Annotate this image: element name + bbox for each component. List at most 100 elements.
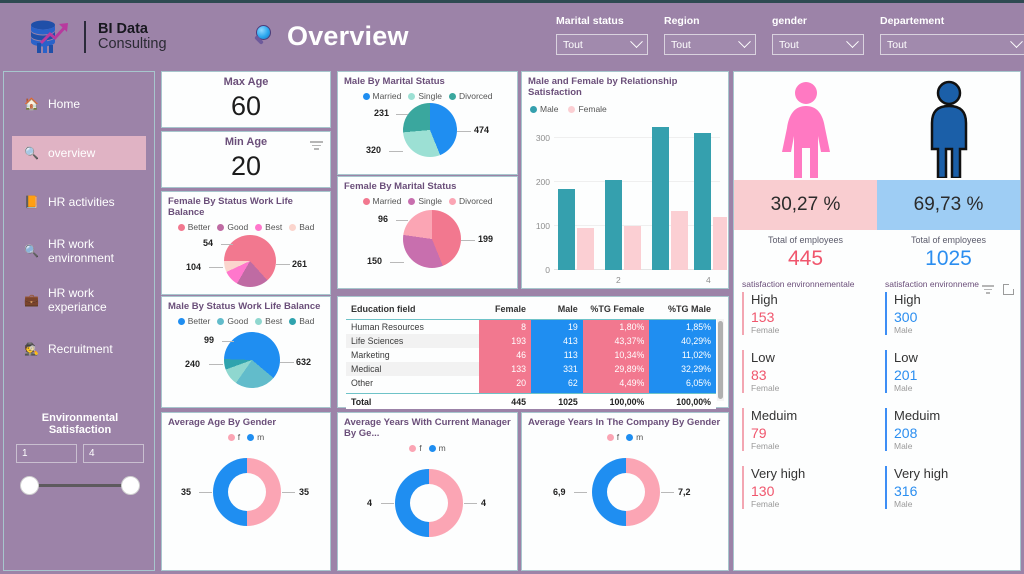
table-row[interactable]: Medical 133 331 29,89% 32,29% (346, 362, 716, 376)
legend-item[interactable]: Single (408, 196, 442, 206)
table-row[interactable]: Other 20 62 4,49% 6,05% (346, 376, 716, 390)
chevron-down-icon (630, 35, 643, 49)
legend-item[interactable]: Best (255, 316, 282, 326)
bar-male[interactable] (558, 189, 575, 270)
bar-female[interactable] (713, 217, 727, 270)
legend-item[interactable]: Single (408, 91, 442, 101)
x-tick: 2 (616, 275, 621, 285)
legend-item[interactable]: Female (568, 104, 607, 114)
bar-female[interactable] (624, 226, 641, 270)
marital-status-dropdown[interactable]: Tout (556, 34, 648, 55)
legend-item[interactable]: Good (217, 222, 248, 232)
legend-item[interactable]: f (227, 432, 240, 442)
slider-max-input[interactable]: 4 (83, 444, 144, 463)
legend-item[interactable]: Good (217, 316, 248, 326)
legend-item[interactable]: f (606, 432, 619, 442)
environmental-satisfaction-slider: Environmental Satisfaction 1 4 (4, 412, 156, 502)
relationship-satisfaction-card: Male and Female by Relationship Satisfac… (521, 71, 729, 289)
table-row[interactable]: Human Resources 8 19 1,80% 1,85% (346, 319, 716, 334)
sidebar-item-hr-work-experiance[interactable]: 💼 HR work experiance (12, 283, 146, 317)
cell-male: 113 (530, 348, 583, 362)
slider-handle-max[interactable] (121, 476, 140, 495)
y-tick: 200 (535, 177, 550, 187)
legend-item[interactable]: Divorced (448, 91, 493, 101)
average-years-with-manager-card: Average Years With Current Manager By Ge… (337, 412, 518, 571)
slider-min-input[interactable]: 1 (16, 444, 77, 463)
brand-logo-block: BI Data Consulting (28, 17, 167, 57)
region-dropdown[interactable]: Tout (664, 34, 756, 55)
max-age-card: Max Age 60 (161, 71, 331, 128)
legend-item[interactable]: Bad (289, 222, 314, 232)
legend-item[interactable]: Better (177, 222, 210, 232)
list-item[interactable]: Low 83 Female (742, 350, 877, 393)
slider-handle-min[interactable] (20, 476, 39, 495)
legend-item[interactable]: Married (362, 91, 401, 101)
bar-female[interactable] (577, 228, 594, 270)
list-item[interactable]: Very high 130 Female (742, 466, 877, 509)
pie-label: 54 (203, 238, 214, 248)
filter-icon[interactable] (310, 139, 323, 152)
app-header: BI Data Consulting Overview Marital stat… (0, 0, 1024, 68)
brand-line-1: BI Data (98, 20, 148, 37)
list-item[interactable]: Low 201 Male (885, 350, 1020, 393)
col-pct-female[interactable]: %TG Female (582, 301, 650, 320)
sidebar-item-hr-activities[interactable]: 📙 HR activities (12, 185, 146, 219)
sidebar-item-recruitment[interactable]: 🕵️ Recruitment (12, 332, 146, 366)
list-item[interactable]: High 153 Female (742, 292, 877, 335)
col-education-field[interactable]: Education field (346, 301, 480, 320)
bar-female[interactable] (671, 211, 688, 270)
bi-data-logo-icon (28, 17, 72, 57)
legend-item[interactable]: m (428, 443, 446, 453)
female-satisfaction-list: High 153 Female Low 83 Female Meduim 79 … (734, 292, 877, 524)
cell-pct-female: 29,89% (582, 362, 650, 376)
y-tick: 300 (535, 133, 550, 143)
legend-item[interactable]: m (626, 432, 643, 442)
legend-item[interactable]: Best (255, 222, 282, 232)
expand-icon[interactable] (1003, 283, 1014, 295)
legend-item[interactable]: m (247, 432, 264, 442)
sidebar-item-overview[interactable]: 🔍 overview (12, 136, 146, 170)
departement-dropdown[interactable]: Tout (880, 34, 1024, 55)
pie-label: 231 (374, 108, 390, 118)
sidebar-item-label: HR work environment (47, 237, 114, 265)
legend-item[interactable]: Male (530, 104, 558, 114)
table-row[interactable]: Marketing 46 113 10,34% 11,02% (346, 348, 716, 362)
legend-item[interactable]: Bad (289, 316, 314, 326)
legend-item[interactable]: Married (362, 196, 401, 206)
bar-male[interactable] (605, 180, 622, 270)
bar-male[interactable] (652, 127, 669, 270)
sat-gender: Female (751, 383, 780, 393)
bar-male[interactable] (694, 133, 711, 270)
list-item[interactable]: Meduim 79 Female (742, 408, 877, 451)
filter-departement: Departement Tout (880, 15, 1024, 55)
filter-icon[interactable] (982, 283, 994, 296)
sidebar-item-hr-work-environment[interactable]: 🔍 HR work environment (12, 234, 146, 268)
female-marital-status-card: Female By Marital Status Married Single … (337, 176, 518, 289)
cell-pct-male: 32,29% (649, 362, 716, 376)
list-item[interactable]: Very high 316 Male (885, 466, 1020, 509)
table-total-row: Total 445 1025 100,00% 100,00% (346, 392, 716, 409)
slider-track[interactable] (28, 484, 132, 487)
pie-label: 320 (366, 145, 382, 155)
col-pct-male[interactable]: %TG Male (649, 301, 716, 320)
legend-item[interactable]: f (409, 443, 422, 453)
pie-chart[interactable] (403, 210, 461, 268)
gender-dropdown[interactable]: Tout (772, 34, 864, 55)
list-item[interactable]: Meduim 208 Male (885, 408, 1020, 451)
dropdown-value: Tout (563, 38, 583, 51)
col-male[interactable]: Male (530, 301, 583, 320)
col-female[interactable]: Female (479, 301, 531, 320)
pie-label: 261 (292, 259, 308, 269)
chart-legend: Married Single Divorced (338, 196, 517, 206)
table-row[interactable]: Life Sciences 193 413 43,37% 40,29% (346, 334, 716, 348)
chart-legend: Better Good Best Bad (162, 316, 330, 326)
pie-chart[interactable] (403, 103, 457, 157)
legend-item[interactable]: Better (177, 316, 210, 326)
table-scrollbar[interactable] (717, 319, 724, 401)
sidebar-item-home[interactable]: 🏠 Home (12, 87, 146, 121)
list-item[interactable]: High 300 Male (885, 292, 1020, 335)
totals-row: Total of employees 445 Total of employee… (734, 230, 1020, 271)
pie-chart[interactable] (224, 235, 276, 287)
legend-item[interactable]: Divorced (448, 196, 493, 206)
bar-plot-area[interactable]: 300 200 100 0 2 4 (528, 120, 727, 285)
